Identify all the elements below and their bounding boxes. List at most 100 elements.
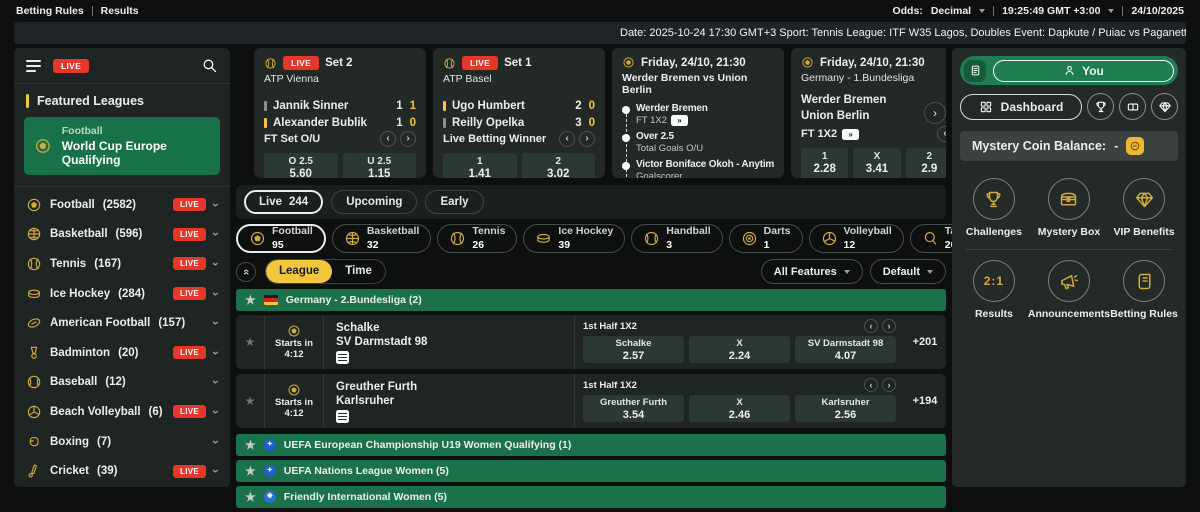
betting-rules-link[interactable]: Betting Rules xyxy=(16,5,84,17)
tab-upcoming[interactable]: Upcoming xyxy=(331,190,418,214)
chevron-down-icon[interactable]: › xyxy=(209,351,223,355)
chevron-down-icon[interactable]: › xyxy=(209,232,223,236)
stats-icon[interactable] xyxy=(336,351,349,364)
odds-button[interactable]: Karlsruher 2.56 xyxy=(795,395,896,422)
tab-live[interactable]: Live 244 xyxy=(244,190,324,214)
chevron-down-icon[interactable]: › xyxy=(209,410,223,414)
featured-league-card[interactable]: Football World Cup Europe Qualifying xyxy=(24,117,220,175)
chip-darts[interactable]: Darts 1 xyxy=(728,224,803,253)
carousel-next-button[interactable]: › xyxy=(924,102,946,124)
next-market-button[interactable]: › xyxy=(579,131,595,147)
prev-market-button[interactable]: ‹ xyxy=(559,131,575,147)
chip-basketball[interactable]: Basketball 32 xyxy=(331,224,432,253)
star-icon[interactable]: ★ xyxy=(245,464,256,478)
star-icon[interactable]: ★ xyxy=(236,315,264,369)
match-row-greuther-furth[interactable]: ★ Starts in 4:12 Greuther Furth Karlsruh… xyxy=(236,374,946,428)
featured-card-atp-vienna[interactable]: LIVE Set 2 ATP Vienna Jannik Sinner 11 A… xyxy=(254,48,426,178)
odds-button[interactable]: O 2.5 5.60 xyxy=(264,153,338,178)
sidebar-item-badminton[interactable]: Badminton (20) LIVE › xyxy=(14,338,230,368)
sidebar-item-basketball[interactable]: Basketball (596) LIVE › xyxy=(14,220,230,250)
vip-shortcut-button[interactable] xyxy=(1151,93,1178,120)
sidebar-item-beach-volleyball[interactable]: Beach Volleyball (6) LIVE › xyxy=(14,397,230,427)
sidebar-item-ice-hockey[interactable]: Ice Hockey (284) LIVE › xyxy=(14,279,230,309)
chevron-down-icon[interactable]: › xyxy=(209,203,223,207)
odds-button[interactable]: 1 2.28 xyxy=(801,148,849,178)
odds-button[interactable]: X 2.24 xyxy=(689,336,790,363)
account-button[interactable]: You xyxy=(993,59,1174,82)
chevron-down-icon[interactable]: › xyxy=(209,262,223,266)
featured-card-atp-basel[interactable]: LIVE Set 1 ATP Basel Ugo Humbert 20 Reil… xyxy=(433,48,605,178)
tile-challenges[interactable]: Challenges xyxy=(960,169,1028,248)
tile-mystery-box[interactable]: Mystery Box xyxy=(1028,169,1110,248)
stats-icon[interactable] xyxy=(336,410,349,423)
features-dropdown[interactable]: All Features xyxy=(760,259,863,284)
prev-market-button[interactable]: ‹ xyxy=(864,378,878,392)
chevron-down-icon[interactable] xyxy=(979,9,986,13)
next-market-button[interactable]: › xyxy=(882,378,896,392)
sidebar-item-tennis[interactable]: Tennis (167) LIVE › xyxy=(14,249,230,279)
next-market-button[interactable]: › xyxy=(400,131,416,147)
challenges-shortcut-button[interactable] xyxy=(1087,93,1114,120)
star-icon[interactable]: ★ xyxy=(245,293,256,307)
sidebar-item-football[interactable]: Football (2582) LIVE › xyxy=(14,190,230,220)
chevron-down-icon[interactable]: › xyxy=(209,440,223,444)
odds-button[interactable]: 2 2.9 xyxy=(905,148,946,178)
featured-card-bundesliga[interactable]: Friday, 24/10, 21:30 Germany - 1.Bundesl… xyxy=(791,48,946,178)
toggle-league[interactable]: League xyxy=(266,260,333,283)
odds-button[interactable]: U 2.5 1.15 xyxy=(342,153,416,178)
chevron-down-icon[interactable]: › xyxy=(209,321,223,325)
search-icon[interactable] xyxy=(201,57,218,74)
odds-button[interactable]: Greuther Furth 3.54 xyxy=(583,395,684,422)
chip-volleyball[interactable]: Volleyball 12 xyxy=(808,224,904,253)
sort-dropdown[interactable]: Default xyxy=(869,259,946,284)
odds-button[interactable]: 1 1.41 xyxy=(443,153,517,178)
star-icon[interactable]: ★ xyxy=(236,374,264,428)
tile-announcements[interactable]: Announcements xyxy=(1028,251,1110,330)
tile-results[interactable]: 2:1 Results xyxy=(960,251,1028,330)
hamburger-menu-icon[interactable] xyxy=(26,59,41,72)
prev-market-button[interactable]: ‹ xyxy=(937,126,946,142)
next-market-button[interactable]: › xyxy=(882,319,896,333)
tile-vip-benefits[interactable]: VIP Benefits xyxy=(1110,169,1178,248)
chip-football[interactable]: Football 95 xyxy=(236,224,326,253)
prev-market-button[interactable]: ‹ xyxy=(864,319,878,333)
odds-button[interactable]: Schalke 2.57 xyxy=(583,336,684,363)
sidebar-item-darts[interactable]: Darts(14) LIVE › xyxy=(14,486,230,487)
chevron-down-icon[interactable]: › xyxy=(209,469,223,473)
odds-button[interactable]: 2 3.02 xyxy=(521,153,595,178)
sidebar-item-american-football[interactable]: American Football (157) › xyxy=(14,308,230,338)
odds-button[interactable]: SV Darmstadt 98 4.07 xyxy=(795,336,896,363)
toggle-time[interactable]: Time xyxy=(332,260,385,283)
collapse-all-button[interactable]: « xyxy=(236,261,256,282)
tab-early[interactable]: Early xyxy=(425,190,484,214)
chevron-down-icon[interactable]: › xyxy=(209,380,223,384)
dashboard-button[interactable]: Dashboard xyxy=(960,93,1082,120)
chip-handball[interactable]: Handball 3 xyxy=(631,224,723,253)
more-markets-button[interactable]: +201 xyxy=(904,315,946,369)
featured-card-bet-builder[interactable]: Friday, 24/10, 21:30 Werder Bremen vs Un… xyxy=(612,48,784,178)
results-link[interactable]: Results xyxy=(101,5,139,17)
sidebar-item-boxing[interactable]: Boxing (7) › xyxy=(14,427,230,457)
league-header-bundesliga2[interactable]: ★ Germany - 2.Bundesliga (2) xyxy=(236,289,946,311)
odds-button[interactable]: X 2.46 xyxy=(689,395,790,422)
league-header-uefa-nations-women[interactable]: ★ ✦ UEFA Nations League Women (5) xyxy=(236,460,946,482)
star-icon[interactable]: ★ xyxy=(245,490,256,504)
league-header-uefa-u19-women[interactable]: ★ ✦ UEFA European Championship U19 Women… xyxy=(236,434,946,456)
live-mode-badge[interactable]: LIVE xyxy=(53,58,90,73)
tile-betting-rules[interactable]: Betting Rules xyxy=(1110,251,1178,330)
more-markets-button[interactable]: +194 xyxy=(904,374,946,428)
odds-button[interactable]: X 3.41 xyxy=(853,148,901,178)
odds-format-value[interactable]: Decimal xyxy=(931,5,971,17)
betslip-button[interactable] xyxy=(964,59,986,82)
chevron-down-icon[interactable]: › xyxy=(209,292,223,296)
sidebar-item-baseball[interactable]: Baseball (12) › xyxy=(14,368,230,398)
star-icon[interactable]: ★ xyxy=(245,438,256,452)
chip-tennis[interactable]: Tennis 26 xyxy=(437,224,518,253)
league-header-friendly-women[interactable]: ★ ❋ Friendly International Women (5) xyxy=(236,486,946,508)
sidebar-item-cricket[interactable]: Cricket (39) LIVE › xyxy=(14,456,230,486)
prev-market-button[interactable]: ‹ xyxy=(380,131,396,147)
chip-ice-hockey[interactable]: Ice Hockey 39 xyxy=(523,224,626,253)
chevron-down-icon[interactable] xyxy=(1108,9,1115,13)
match-row-schalke[interactable]: ★ Starts in 4:12 Schalke SV Darmstadt 98… xyxy=(236,315,946,369)
mystery-box-shortcut-button[interactable] xyxy=(1119,93,1146,120)
